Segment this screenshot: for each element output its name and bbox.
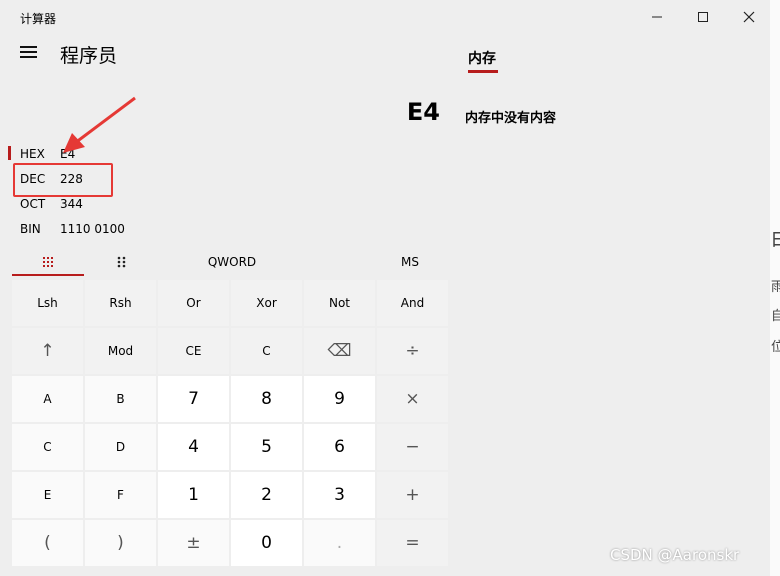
key-not[interactable]: Not — [304, 280, 375, 326]
key-5[interactable]: 5 — [231, 424, 302, 470]
key-hex-d[interactable]: D — [85, 424, 156, 470]
full-keypad-icon — [43, 257, 53, 267]
watermark: CSDN @Aaronskr — [610, 546, 740, 564]
annotation-highlight-box — [13, 163, 113, 197]
key-subtract[interactable]: − — [377, 424, 448, 470]
radix-label: BIN — [20, 222, 41, 236]
tab-full-keypad[interactable] — [12, 250, 84, 274]
key-9[interactable]: 9 — [304, 376, 375, 422]
tab-bit-toggle[interactable] — [86, 250, 158, 274]
key-multiply[interactable]: × — [377, 376, 448, 422]
key-hex-b[interactable]: B — [85, 376, 156, 422]
key-xor[interactable]: Xor — [231, 280, 302, 326]
key-open-paren[interactable]: ( — [12, 520, 83, 566]
key-backspace[interactable]: ⌫ — [304, 328, 375, 374]
key-and[interactable]: And — [377, 280, 448, 326]
close-icon — [743, 11, 755, 23]
key-hex-a[interactable]: A — [12, 376, 83, 422]
key-clear-entry[interactable]: CE — [158, 328, 229, 374]
maximize-button[interactable] — [680, 0, 726, 34]
memory-empty-text: 内存中没有内容 — [465, 111, 557, 126]
mode-title: 程序员 — [60, 45, 118, 67]
key-rsh[interactable]: Rsh — [85, 280, 156, 326]
word-size-button[interactable]: QWORD — [190, 250, 274, 274]
minimize-icon — [652, 16, 662, 18]
radix-row-bin[interactable]: BIN 1110 0100 — [20, 219, 140, 239]
hamburger-icon[interactable] — [20, 46, 37, 60]
key-8[interactable]: 8 — [231, 376, 302, 422]
radix-row-oct[interactable]: OCT 344 — [20, 194, 140, 214]
key-close-paren[interactable]: ) — [85, 520, 156, 566]
key-lsh[interactable]: Lsh — [12, 280, 83, 326]
app-title: 计算器 — [20, 12, 57, 26]
memory-tab-underline — [468, 70, 498, 73]
key-mod[interactable]: Mod — [85, 328, 156, 374]
key-negate[interactable]: ± — [158, 520, 229, 566]
background-text: 雨 — [771, 280, 780, 295]
key-or[interactable]: Or — [158, 280, 229, 326]
key-hex-c[interactable]: C — [12, 424, 83, 470]
key-3[interactable]: 3 — [304, 472, 375, 518]
title-bar: 计算器 — [0, 0, 770, 34]
minimize-button[interactable] — [634, 0, 680, 34]
display-value: E4 — [406, 98, 440, 126]
background-text: 位 — [771, 340, 780, 355]
key-6[interactable]: 6 — [304, 424, 375, 470]
key-1[interactable]: 1 — [158, 472, 229, 518]
keypad-grid: Lsh Rsh Or Xor Not And ↑ Mod CE C ⌫ ÷ A … — [12, 280, 449, 576]
key-hex-f[interactable]: F — [85, 472, 156, 518]
radix-label: OCT — [20, 197, 46, 211]
calculator-window: 计算器 程序员 内存 E4 内存中没有内容 HEX E4 DEC 228 OCT… — [0, 0, 771, 576]
memory-store-button[interactable]: MS — [375, 250, 445, 274]
background-text: 由 — [771, 222, 780, 251]
tab-memory[interactable]: 内存 — [468, 48, 496, 68]
key-2[interactable]: 2 — [231, 472, 302, 518]
radix-label: HEX — [20, 147, 45, 161]
key-7[interactable]: 7 — [158, 376, 229, 422]
maximize-icon — [698, 12, 708, 22]
close-button[interactable] — [726, 0, 770, 34]
radix-selected-marker — [8, 146, 11, 160]
key-hex-e[interactable]: E — [12, 472, 83, 518]
key-0[interactable]: 0 — [231, 520, 302, 566]
background-text: 自 — [771, 309, 780, 324]
radix-value: 1110 0100 — [60, 222, 125, 236]
key-4[interactable]: 4 — [158, 424, 229, 470]
key-divide[interactable]: ÷ — [377, 328, 448, 374]
key-add[interactable]: + — [377, 472, 448, 518]
radix-value: 344 — [60, 197, 83, 211]
bit-toggle-icon — [117, 256, 126, 268]
key-shift-up[interactable]: ↑ — [12, 328, 83, 374]
keypad-tab-underline — [12, 274, 84, 276]
key-equals[interactable]: = — [377, 520, 448, 566]
annotation-arrow-icon — [63, 96, 136, 153]
key-decimal[interactable]: . — [304, 520, 375, 566]
key-clear[interactable]: C — [231, 328, 302, 374]
